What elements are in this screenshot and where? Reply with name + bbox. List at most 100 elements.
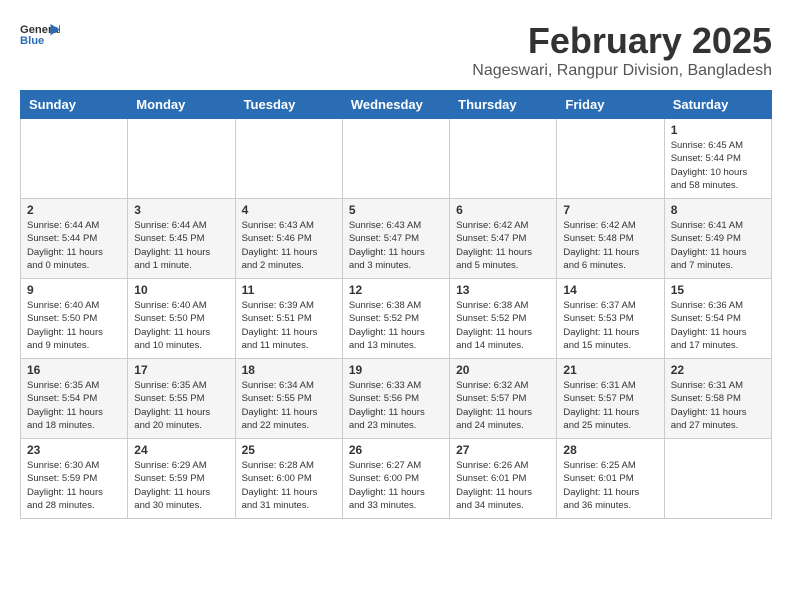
- day-number: 21: [563, 363, 657, 377]
- day-info: Sunrise: 6:38 AM Sunset: 5:52 PM Dayligh…: [349, 299, 443, 352]
- calendar-cell: [557, 119, 664, 199]
- day-number: 9: [27, 283, 121, 297]
- day-number: 18: [242, 363, 336, 377]
- calendar-cell: 16 Sunrise: 6:35 AM Sunset: 5:54 PM Dayli…: [21, 359, 128, 439]
- calendar-cell: 2Sunrise: 6:44 AM Sunset: 5:44 PM Daylig…: [21, 199, 128, 279]
- day-number: 14: [563, 283, 657, 297]
- logo-icon: General Blue: [20, 20, 60, 48]
- calendar-cell: 27 Sunrise: 6:26 AM Sunset: 6:01 PM Dayli…: [450, 439, 557, 519]
- day-number: 19: [349, 363, 443, 377]
- day-number: 24: [134, 443, 228, 457]
- weekday-header-tuesday: Tuesday: [235, 91, 342, 119]
- day-number: 25: [242, 443, 336, 457]
- day-number: 4: [242, 203, 336, 217]
- day-number: 26: [349, 443, 443, 457]
- week-row-3: 16 Sunrise: 6:35 AM Sunset: 5:54 PM Dayli…: [21, 359, 772, 439]
- calendar-cell: 25 Sunrise: 6:28 AM Sunset: 6:00 PM Dayli…: [235, 439, 342, 519]
- day-number: 5: [349, 203, 443, 217]
- day-number: 17: [134, 363, 228, 377]
- day-number: 2: [27, 203, 121, 217]
- day-info: Sunrise: 6:35 AM Sunset: 5:55 PM Dayligh…: [134, 379, 228, 432]
- calendar-cell: 28 Sunrise: 6:25 AM Sunset: 6:01 PM Dayli…: [557, 439, 664, 519]
- calendar-subtitle: Nageswari, Rangpur Division, Bangladesh: [472, 62, 772, 80]
- calendar-cell: 5 Sunrise: 6:43 AM Sunset: 5:47 PM Daylig…: [342, 199, 449, 279]
- calendar-cell: 24 Sunrise: 6:29 AM Sunset: 5:59 PM Dayli…: [128, 439, 235, 519]
- calendar-cell: 1 Sunrise: 6:45 AM Sunset: 5:44 PM Daylig…: [664, 119, 771, 199]
- week-row-4: 23 Sunrise: 6:30 AM Sunset: 5:59 PM Dayli…: [21, 439, 772, 519]
- weekday-header-saturday: Saturday: [664, 91, 771, 119]
- day-info: Sunrise: 6:27 AM Sunset: 6:00 PM Dayligh…: [349, 459, 443, 512]
- weekday-header-wednesday: Wednesday: [342, 91, 449, 119]
- calendar-cell: 21 Sunrise: 6:31 AM Sunset: 5:57 PM Dayli…: [557, 359, 664, 439]
- day-number: 28: [563, 443, 657, 457]
- week-row-1: 2Sunrise: 6:44 AM Sunset: 5:44 PM Daylig…: [21, 199, 772, 279]
- day-info: Sunrise: 6:43 AM Sunset: 5:46 PM Dayligh…: [242, 219, 336, 272]
- day-number: 20: [456, 363, 550, 377]
- day-info: Sunrise: 6:26 AM Sunset: 6:01 PM Dayligh…: [456, 459, 550, 512]
- calendar-cell: [235, 119, 342, 199]
- day-number: 10: [134, 283, 228, 297]
- calendar-cell: [450, 119, 557, 199]
- calendar-title: February 2025: [472, 20, 772, 62]
- calendar-cell: 13Sunrise: 6:38 AM Sunset: 5:52 PM Dayli…: [450, 279, 557, 359]
- calendar-cell: 4 Sunrise: 6:43 AM Sunset: 5:46 PM Daylig…: [235, 199, 342, 279]
- logo: General Blue: [20, 20, 60, 48]
- title-section: February 2025 Nageswari, Rangpur Divisio…: [472, 20, 772, 80]
- day-info: Sunrise: 6:42 AM Sunset: 5:48 PM Dayligh…: [563, 219, 657, 272]
- day-info: Sunrise: 6:45 AM Sunset: 5:44 PM Dayligh…: [671, 139, 765, 192]
- day-number: 22: [671, 363, 765, 377]
- day-number: 3: [134, 203, 228, 217]
- calendar-cell: 11 Sunrise: 6:39 AM Sunset: 5:51 PM Dayli…: [235, 279, 342, 359]
- calendar-cell: [128, 119, 235, 199]
- day-info: Sunrise: 6:40 AM Sunset: 5:50 PM Dayligh…: [27, 299, 121, 352]
- calendar-cell: 9 Sunrise: 6:40 AM Sunset: 5:50 PM Daylig…: [21, 279, 128, 359]
- calendar-cell: 7 Sunrise: 6:42 AM Sunset: 5:48 PM Daylig…: [557, 199, 664, 279]
- day-info: Sunrise: 6:28 AM Sunset: 6:00 PM Dayligh…: [242, 459, 336, 512]
- calendar-cell: 3 Sunrise: 6:44 AM Sunset: 5:45 PM Daylig…: [128, 199, 235, 279]
- weekday-header-sunday: Sunday: [21, 91, 128, 119]
- day-info: Sunrise: 6:44 AM Sunset: 5:45 PM Dayligh…: [134, 219, 228, 272]
- day-info: Sunrise: 6:25 AM Sunset: 6:01 PM Dayligh…: [563, 459, 657, 512]
- calendar-cell: 19 Sunrise: 6:33 AM Sunset: 5:56 PM Dayli…: [342, 359, 449, 439]
- calendar-cell: 10 Sunrise: 6:40 AM Sunset: 5:50 PM Dayli…: [128, 279, 235, 359]
- svg-text:Blue: Blue: [20, 35, 44, 47]
- day-number: 6: [456, 203, 550, 217]
- day-number: 8: [671, 203, 765, 217]
- day-info: Sunrise: 6:31 AM Sunset: 5:58 PM Dayligh…: [671, 379, 765, 432]
- weekday-header-row: SundayMondayTuesdayWednesdayThursdayFrid…: [21, 91, 772, 119]
- day-number: 27: [456, 443, 550, 457]
- day-info: Sunrise: 6:32 AM Sunset: 5:57 PM Dayligh…: [456, 379, 550, 432]
- day-info: Sunrise: 6:31 AM Sunset: 5:57 PM Dayligh…: [563, 379, 657, 432]
- day-info: Sunrise: 6:39 AM Sunset: 5:51 PM Dayligh…: [242, 299, 336, 352]
- day-info: Sunrise: 6:35 AM Sunset: 5:54 PM Dayligh…: [27, 379, 121, 432]
- calendar-cell: [342, 119, 449, 199]
- day-number: 12: [349, 283, 443, 297]
- day-number: 7: [563, 203, 657, 217]
- week-row-0: 1 Sunrise: 6:45 AM Sunset: 5:44 PM Daylig…: [21, 119, 772, 199]
- day-info: Sunrise: 6:40 AM Sunset: 5:50 PM Dayligh…: [134, 299, 228, 352]
- calendar-cell: 8Sunrise: 6:41 AM Sunset: 5:49 PM Daylig…: [664, 199, 771, 279]
- calendar-cell: [21, 119, 128, 199]
- calendar-cell: 17 Sunrise: 6:35 AM Sunset: 5:55 PM Dayli…: [128, 359, 235, 439]
- page-header: General Blue February 2025 Nageswari, Ra…: [20, 20, 772, 80]
- calendar-cell: 6Sunrise: 6:42 AM Sunset: 5:47 PM Daylig…: [450, 199, 557, 279]
- day-number: 1: [671, 123, 765, 137]
- day-info: Sunrise: 6:34 AM Sunset: 5:55 PM Dayligh…: [242, 379, 336, 432]
- day-number: 16: [27, 363, 121, 377]
- calendar-cell: [664, 439, 771, 519]
- week-row-2: 9 Sunrise: 6:40 AM Sunset: 5:50 PM Daylig…: [21, 279, 772, 359]
- day-number: 11: [242, 283, 336, 297]
- day-info: Sunrise: 6:29 AM Sunset: 5:59 PM Dayligh…: [134, 459, 228, 512]
- calendar-cell: 18 Sunrise: 6:34 AM Sunset: 5:55 PM Dayli…: [235, 359, 342, 439]
- calendar-cell: 15Sunrise: 6:36 AM Sunset: 5:54 PM Dayli…: [664, 279, 771, 359]
- day-info: Sunrise: 6:30 AM Sunset: 5:59 PM Dayligh…: [27, 459, 121, 512]
- calendar-cell: 14Sunrise: 6:37 AM Sunset: 5:53 PM Dayli…: [557, 279, 664, 359]
- day-info: Sunrise: 6:36 AM Sunset: 5:54 PM Dayligh…: [671, 299, 765, 352]
- weekday-header-thursday: Thursday: [450, 91, 557, 119]
- weekday-header-monday: Monday: [128, 91, 235, 119]
- day-info: Sunrise: 6:33 AM Sunset: 5:56 PM Dayligh…: [349, 379, 443, 432]
- day-number: 23: [27, 443, 121, 457]
- calendar-cell: 12 Sunrise: 6:38 AM Sunset: 5:52 PM Dayli…: [342, 279, 449, 359]
- day-info: Sunrise: 6:43 AM Sunset: 5:47 PM Dayligh…: [349, 219, 443, 272]
- calendar-table: SundayMondayTuesdayWednesdayThursdayFrid…: [20, 90, 772, 519]
